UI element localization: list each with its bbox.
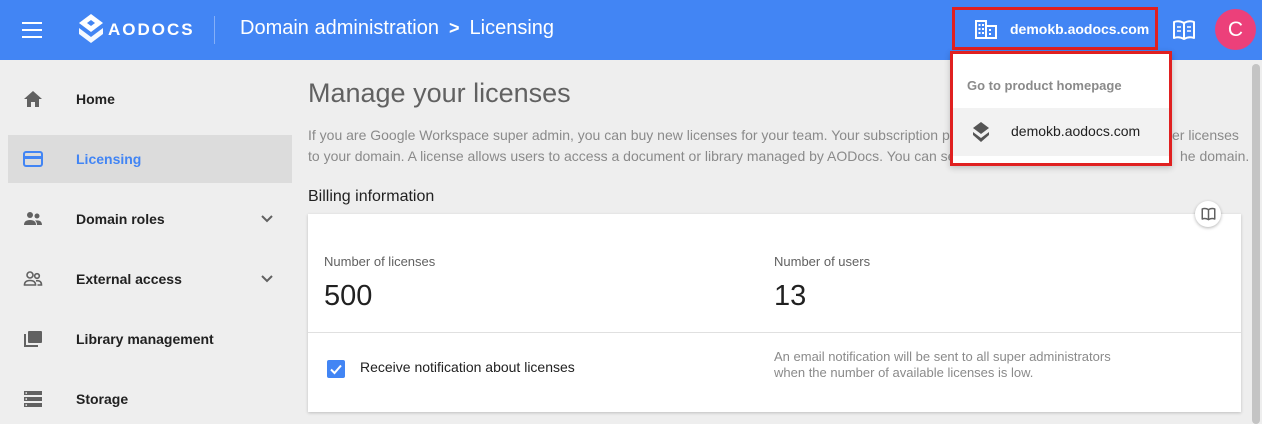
people-outline-icon [23, 271, 43, 286]
aodocs-stack-icon [973, 122, 989, 142]
sidebar-item-label: Home [76, 91, 115, 107]
dropdown-item-label: demokb.aodocs.com [1011, 123, 1141, 139]
domain-dropdown-menu: Go to product homepage demokb.aodocs.com [950, 51, 1172, 166]
breadcrumb-current: Licensing [469, 17, 555, 39]
sidebar-item-label: External access [76, 271, 182, 287]
aodocs-logo-icon [79, 14, 103, 43]
user-avatar[interactable]: C [1215, 9, 1256, 50]
library-icon [24, 331, 42, 347]
intro-line-2: to your domain. A license allows users t… [308, 148, 956, 164]
sidebar-item-external-access[interactable]: External access [8, 255, 292, 303]
building-icon [975, 19, 997, 39]
checkmark-icon [330, 364, 342, 375]
sidebar-item-label: Storage [76, 391, 129, 407]
notification-help-text: An email notification will be sent to al… [774, 349, 1111, 380]
users-label: Number of users [774, 254, 871, 269]
chevron-down-icon[interactable] [260, 212, 274, 226]
header-divider [214, 16, 215, 44]
intro-line-1: If you are Google Workspace super admin,… [308, 127, 953, 143]
licenses-label: Number of licenses [324, 254, 436, 269]
sidebar-item-library-management[interactable]: Library management [8, 315, 292, 363]
chevron-down-icon[interactable] [260, 272, 274, 286]
sidebar-item-home[interactable]: Home [8, 75, 292, 123]
storage-icon [24, 391, 42, 407]
domain-label: demokb.aodocs.com [1010, 20, 1150, 37]
intro-text-tail: er licenses he domain. [1172, 125, 1249, 167]
breadcrumb-separator: > [448, 18, 460, 38]
people-icon [24, 212, 42, 225]
sidebar-item-label: Licensing [76, 151, 142, 167]
intro-line-2-end: he domain. [1180, 148, 1250, 164]
billing-card: Number of licenses 500 Number of users 1… [308, 214, 1241, 412]
licenses-value: 500 [324, 280, 373, 312]
sidebar-item-licensing[interactable]: Licensing [8, 135, 292, 183]
users-value: 13 [774, 280, 807, 312]
intro-line-1-end: er licenses [1172, 127, 1239, 143]
page-scrollbar[interactable] [1252, 64, 1260, 424]
credit-card-icon [23, 151, 43, 167]
sidebar-nav: Home Licensing Domain roles External acc… [0, 60, 300, 424]
home-icon [24, 91, 42, 107]
documentation-book-icon[interactable] [1172, 19, 1196, 41]
book-icon [1201, 207, 1215, 221]
dropdown-item-domain[interactable]: demokb.aodocs.com [953, 108, 1169, 156]
sidebar-item-label: Domain roles [76, 211, 165, 227]
breadcrumb: Domain administration > Licensing [240, 17, 554, 40]
notification-label[interactable]: Receive notification about licenses [360, 359, 575, 375]
logo-text: AODOCS [108, 20, 195, 39]
menu-icon[interactable] [22, 21, 42, 39]
sidebar-item-label: Library management [76, 331, 214, 347]
card-help-book-icon[interactable] [1195, 201, 1221, 227]
billing-section-title: Billing information [308, 188, 435, 205]
card-divider [308, 332, 1241, 333]
page-title: Manage your licenses [308, 78, 571, 108]
dropdown-heading: Go to product homepage [967, 78, 1122, 93]
breadcrumb-parent[interactable]: Domain administration [240, 17, 439, 40]
aodocs-logo[interactable]: AODOCS [78, 12, 195, 48]
sidebar-item-storage[interactable]: Storage [8, 375, 292, 423]
notification-checkbox[interactable] [327, 360, 345, 378]
domain-switcher-button[interactable]: demokb.aodocs.com [952, 7, 1158, 50]
sidebar-item-domain-roles[interactable]: Domain roles [8, 195, 292, 243]
